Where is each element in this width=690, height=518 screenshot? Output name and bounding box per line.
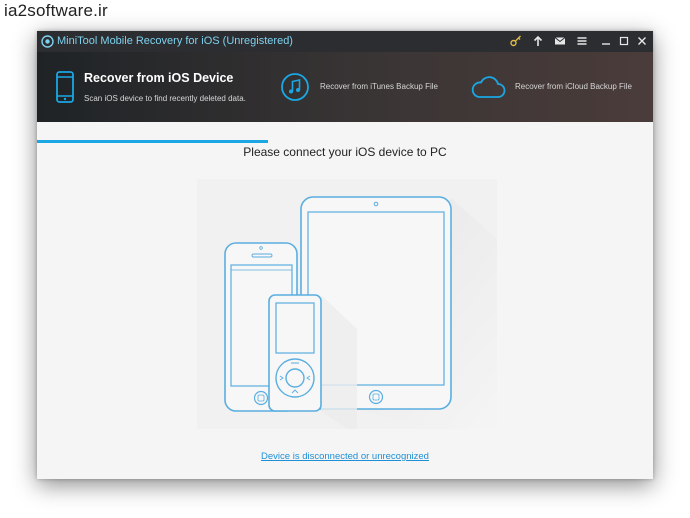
maximize-icon[interactable] [617, 34, 631, 48]
mode-recover-from-itunes-backup[interactable]: Recover from iTunes Backup File [277, 52, 452, 122]
mode-ios-device-description: Scan iOS device to find recently deleted… [84, 94, 246, 103]
mode-icloud-label: Recover from iCloud Backup File [515, 82, 632, 91]
app-logo-icon [41, 35, 54, 48]
mode-itunes-label: Recover from iTunes Backup File [320, 82, 438, 91]
connect-device-prompt: Please connect your iOS device to PC [243, 145, 447, 159]
main-content: Please connect your iOS device to PC Dev… [37, 122, 653, 479]
phone-icon [56, 71, 74, 103]
close-icon[interactable] [635, 34, 649, 48]
upload-icon[interactable] [531, 34, 545, 48]
key-icon[interactable] [509, 34, 523, 48]
mode-recover-from-ios-device[interactable]: Recover from iOS Device Scan iOS device … [37, 52, 268, 122]
mode-recover-from-icloud-backup[interactable]: Recover from iCloud Backup File [469, 52, 653, 122]
device-status-link[interactable]: Device is disconnected or unrecognized [37, 451, 653, 462]
window-title: MiniTool Mobile Recovery for iOS (Unregi… [57, 35, 293, 47]
watermark-text: ia2software.ir [4, 1, 108, 20]
icloud-cloud-icon [471, 76, 506, 98]
app-window: MiniTool Mobile Recovery for iOS (Unregi… [37, 31, 653, 479]
minimize-icon[interactable] [599, 34, 613, 48]
title-bar[interactable]: MiniTool Mobile Recovery for iOS (Unregi… [37, 31, 653, 52]
recovery-mode-bar: Recover from iOS Device Scan iOS device … [37, 52, 653, 143]
devices-illustration [197, 179, 497, 429]
mail-icon[interactable] [553, 34, 567, 48]
mode-ios-device-title: Recover from iOS Device [84, 71, 234, 85]
itunes-music-icon [281, 73, 309, 101]
menu-icon[interactable] [575, 34, 589, 48]
